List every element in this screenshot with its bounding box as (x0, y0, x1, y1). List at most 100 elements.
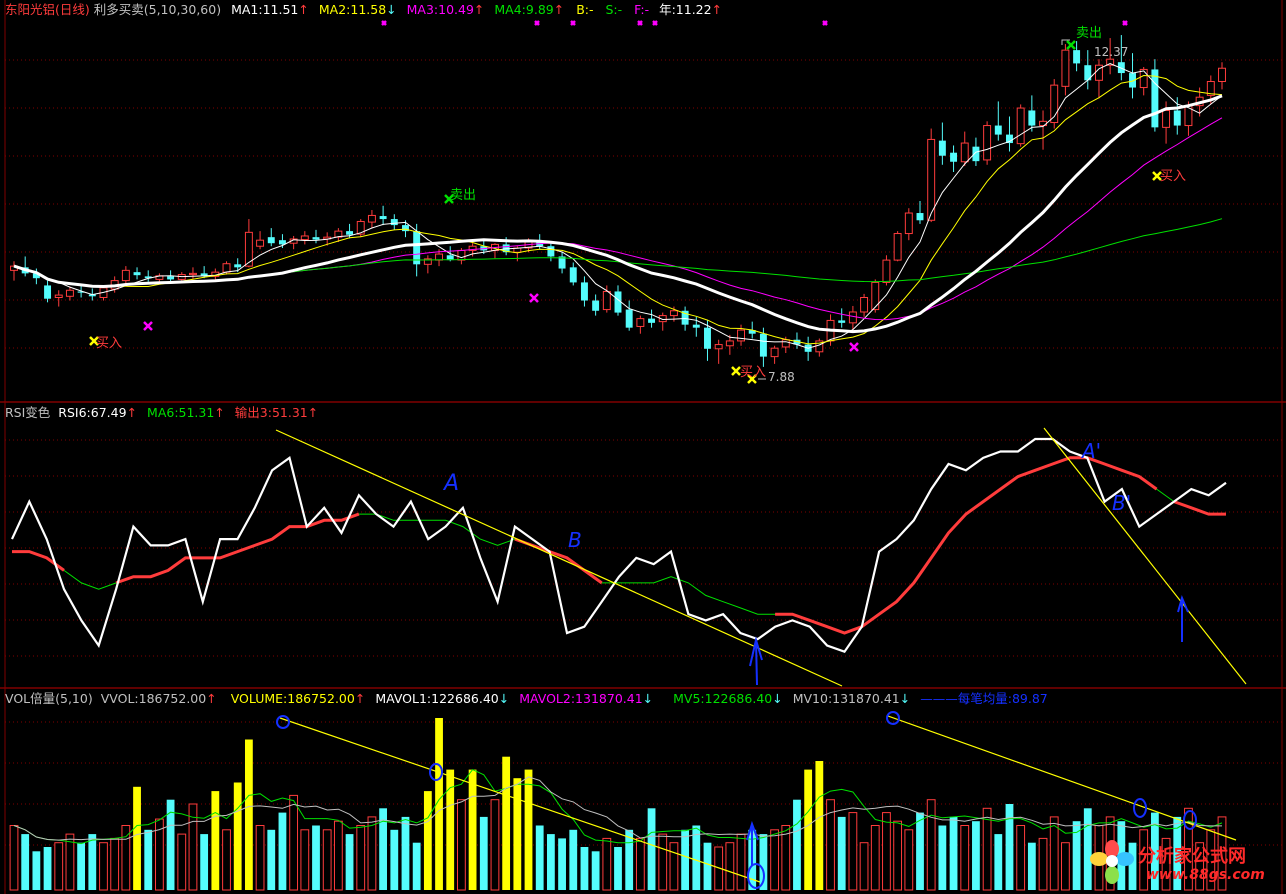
candle-body-up (737, 329, 746, 342)
volume-bar-down (77, 842, 86, 890)
volume-bar-up (490, 799, 500, 891)
volume-bar-down (1072, 821, 1081, 890)
volume-bar-up (1016, 825, 1026, 891)
s-value: S:- (605, 2, 623, 17)
volume-bar-down (580, 847, 589, 890)
candle-body-down (838, 320, 846, 323)
ma2-value: MA2:11.58 (318, 2, 387, 17)
volume-bar-double (244, 739, 253, 890)
rsi-lines (11, 437, 1227, 654)
candle-body-down (692, 324, 700, 328)
volume-bar-double (468, 769, 477, 890)
candle-body-up (457, 249, 466, 261)
rsi-header: RSI变色 RSI6:67.49↑ MA6:51.31↑ 输出3:51.31↑ (5, 406, 318, 420)
top-signal-marker (381, 20, 387, 26)
volume-bar-up (121, 825, 131, 891)
watermark-title: 分析家公式网 (1138, 846, 1246, 867)
volume-bar-up (99, 842, 108, 891)
output3-value: 输出3:51.31 (234, 405, 308, 420)
candle-body-up (725, 340, 734, 347)
candle-body-down (402, 225, 409, 232)
volume-bar-up (926, 799, 936, 891)
candle-body-down (938, 140, 946, 156)
volume-bar-down (21, 834, 30, 890)
volume-bar-down (312, 825, 320, 890)
candle-body-down (234, 264, 242, 268)
volume-bar-up (457, 799, 466, 891)
rsi-trendline-down-2 (1043, 427, 1247, 685)
annotation-b: B (568, 528, 582, 552)
volume-bar-down (681, 829, 690, 890)
candle-body-up (848, 311, 857, 324)
candle-body-down (413, 231, 421, 265)
volume-bar-up (736, 833, 746, 891)
sell-marker (1066, 40, 1076, 50)
signal-marker (529, 293, 539, 303)
volume-bar-down (88, 834, 97, 890)
per-trade-volume: ———每笔均量:89.87 (920, 691, 1048, 706)
watermark-url: www.88gs.com (1146, 867, 1265, 883)
candle-body-up (256, 239, 265, 247)
candle-body-down (133, 272, 141, 276)
candle-body-down (346, 231, 354, 235)
candle-body-up (860, 297, 869, 313)
ma6-value: MA6:51.31 (147, 405, 215, 420)
buy-label-1: 买入 (96, 336, 122, 351)
volume-bar-up (300, 829, 310, 891)
candle-body-up (781, 339, 790, 348)
volume-bar-up (770, 829, 779, 891)
buy-label-2: 买入 (740, 365, 766, 380)
ma4-value: MA4:9.89 (494, 2, 554, 17)
volume-bar-up (635, 837, 645, 891)
candle-body-up (770, 347, 779, 358)
volume-bar-up (882, 812, 891, 891)
volume-bar-up (904, 829, 914, 891)
volume-bar-down (144, 829, 153, 890)
volume-bar-down (412, 842, 421, 890)
volume-bar-down (949, 816, 958, 890)
volume-bar-down (401, 816, 410, 890)
candle-body-up (893, 233, 902, 261)
sell-label-1: 卖出 (450, 188, 476, 203)
volume-bar-up (781, 825, 791, 891)
candle-body-up (300, 235, 309, 241)
up-arrow-icon (755, 639, 758, 686)
volume-bar-double (211, 791, 220, 890)
up-arrow-icon: ↑ (711, 2, 723, 17)
volume-bar-double (423, 791, 432, 890)
volume-bar-up (356, 825, 366, 891)
volume-bar-up (110, 837, 120, 891)
stock-chart: 卖出 卖出 买入 买入 买入 12.37 7.88 A B A' B' (0, 0, 1286, 894)
top-signal-marker (822, 20, 828, 26)
volume-bar-down (535, 825, 544, 890)
sell-label-2: 卖出 (1076, 26, 1102, 41)
candle-body-up (714, 344, 723, 350)
candle-body-up (1218, 67, 1226, 83)
candle-body-down (972, 146, 980, 162)
volume-bar-down (1027, 842, 1036, 890)
candle-body-down (648, 318, 656, 323)
candle-body-up (54, 294, 63, 299)
ma3-value: MA3:10.49 (406, 2, 474, 17)
volume-bar-up (893, 820, 903, 891)
down-arrow-icon: ↓ (386, 2, 397, 17)
volume-bar-down (200, 834, 209, 890)
mv10-value: MV10:131870.41 (792, 691, 900, 706)
buy-marker (731, 366, 741, 376)
indicator-name: 利多买卖(5,10,30,60) (93, 2, 222, 17)
volume-bar-up (725, 842, 735, 891)
b-value: B:- (576, 2, 594, 17)
volume-bar-down (938, 825, 947, 890)
candle-body-up (882, 259, 891, 283)
candle-body-down (916, 213, 924, 221)
volume-bar-up (333, 820, 343, 891)
volume-bar-up (289, 794, 299, 891)
volume-bar-double (233, 782, 242, 890)
annotation-b-prime: B' (1112, 491, 1131, 515)
annotation-a-prime: A' (1080, 439, 1101, 463)
volume-bar-down (837, 816, 846, 890)
volume-bar-down (614, 847, 622, 890)
flower-icon (1090, 840, 1134, 884)
candle-body-up (367, 214, 376, 223)
candle-body-down (167, 276, 175, 280)
